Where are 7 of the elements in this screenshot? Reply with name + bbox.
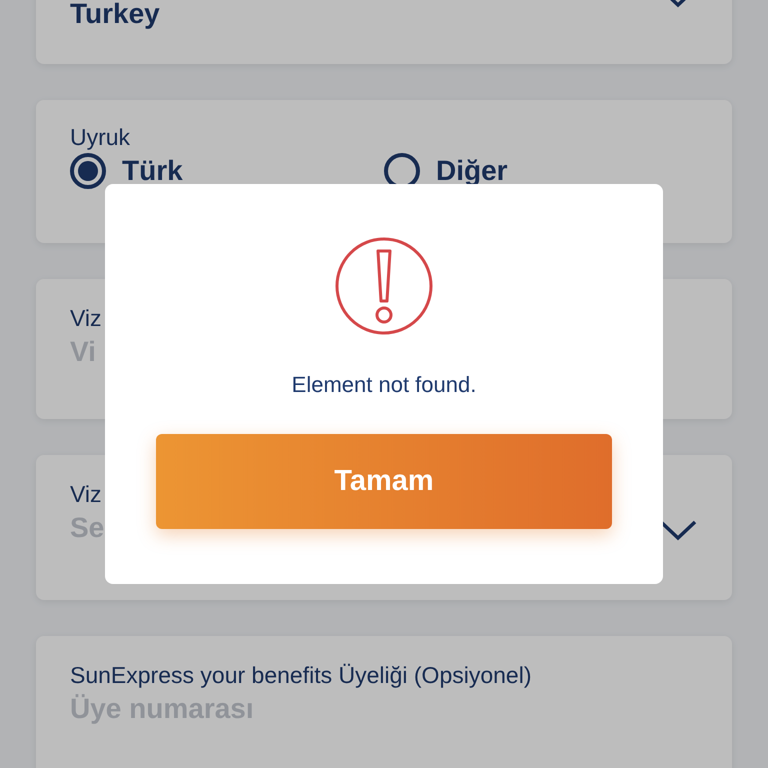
field-label: Viz <box>70 305 103 332</box>
alert-message: Element not found. <box>292 372 476 398</box>
radio-option[interactable]: Türk <box>70 153 384 189</box>
field-label: Uyruk <box>70 124 132 151</box>
country-value: Turkey <box>70 0 160 31</box>
field-label: Viz <box>70 481 103 508</box>
field-label: SunExpress your benefits Üyeliği (Opsiyonel) <box>70 662 532 689</box>
